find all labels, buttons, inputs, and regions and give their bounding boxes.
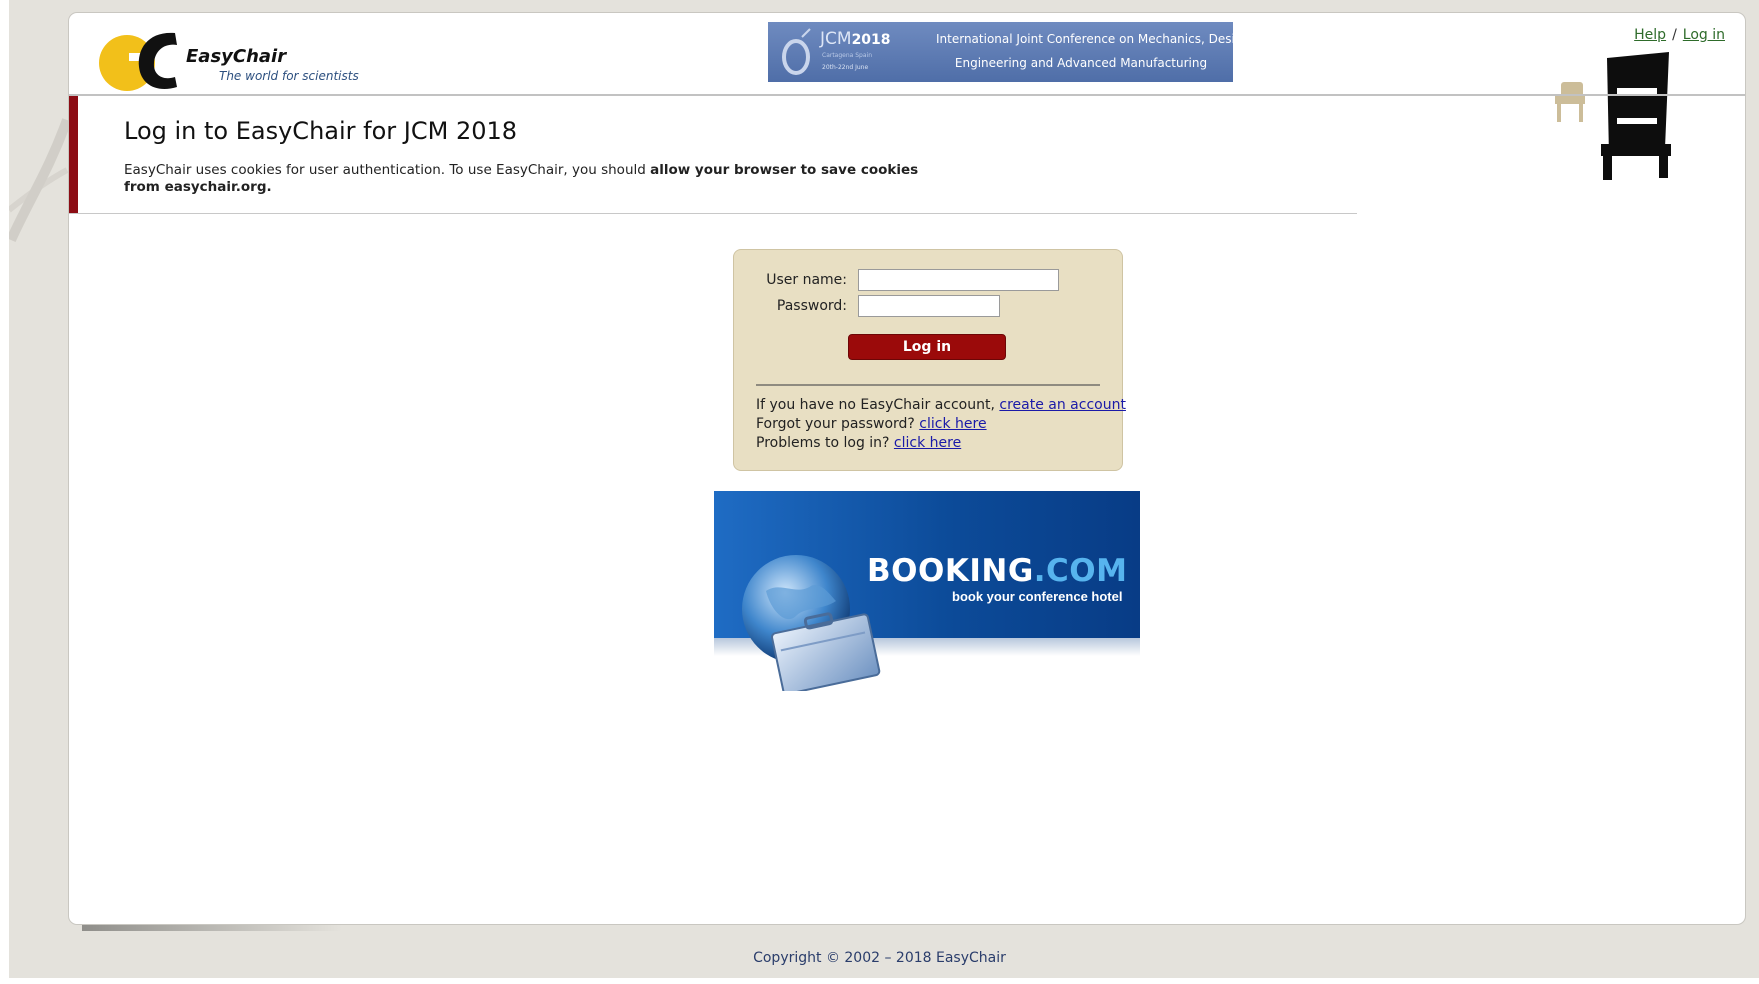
background-swoosh-decoration (9, 118, 69, 243)
username-label: User name: (766, 272, 847, 288)
conference-ring-icon (782, 28, 811, 75)
footer-copyright: Copyright © 2002 – 2018 EasyChair (753, 950, 1006, 966)
logo-title: EasyChair (186, 46, 287, 67)
login-help-links: If you have no EasyChair account, create… (756, 396, 1126, 453)
conference-dates: 20th-22nd June (822, 64, 869, 71)
login-problems-line: Problems to log in? click here (756, 435, 962, 451)
login-form-divider (756, 384, 1100, 386)
login-problems-link[interactable]: click here (894, 435, 961, 451)
bottom-edge-strip (0, 978, 1759, 984)
top-nav-links: Help / Log in (1634, 27, 1725, 43)
conference-name-line2: Engineering and Advanced Manufacturing (954, 56, 1208, 70)
booking-logo-text: BOOKING.COM (867, 553, 1128, 589)
link-separator: / (1672, 27, 1677, 43)
conference-banner[interactable]: JCM2018 Cartagena Spain 20th-22nd June I… (768, 22, 1251, 82)
login-button[interactable]: Log in (848, 334, 1006, 360)
page-title: Log in to EasyChair for JCM 2018 (124, 117, 518, 145)
create-account-link[interactable]: create an account (999, 397, 1126, 413)
header-divider (69, 94, 1745, 96)
easychair-chair-icon (1555, 52, 1671, 180)
left-edge-strip (0, 0, 9, 984)
globe-suitcase-icon (742, 555, 881, 691)
booking-tagline: book your conference hotel (952, 589, 1123, 604)
password-label: Password: (776, 298, 847, 314)
page-shadow (82, 925, 342, 931)
no-account-line: If you have no EasyChair account, create… (756, 397, 1126, 413)
title-accent-bar (69, 96, 78, 214)
title-divider (69, 213, 1357, 214)
cookie-notice: EasyChair uses cookies for user authenti… (124, 162, 944, 196)
login-form: User name: Password: Log in If you have … (733, 249, 1126, 471)
booking-banner[interactable]: BOOKING.COM book your conference hotel (714, 491, 1140, 691)
username-input[interactable] (858, 269, 1059, 291)
conference-city: Cartagena Spain (822, 52, 873, 59)
password-input[interactable] (858, 295, 1000, 317)
forgot-password-line: Forgot your password? click here (756, 416, 987, 432)
cookie-notice-text: EasyChair uses cookies for user authenti… (124, 162, 651, 178)
conference-name-line1: International Joint Conference on Mechan… (936, 32, 1251, 46)
logo-tagline: The world for scientists (219, 69, 359, 83)
conference-acronym: JCM2018 (820, 29, 891, 49)
help-link[interactable]: Help (1634, 27, 1666, 43)
forgot-password-link[interactable]: click here (919, 416, 986, 432)
login-link[interactable]: Log in (1683, 27, 1725, 43)
page-container: EasyChair The world for scientists JCM20… (68, 12, 1746, 925)
